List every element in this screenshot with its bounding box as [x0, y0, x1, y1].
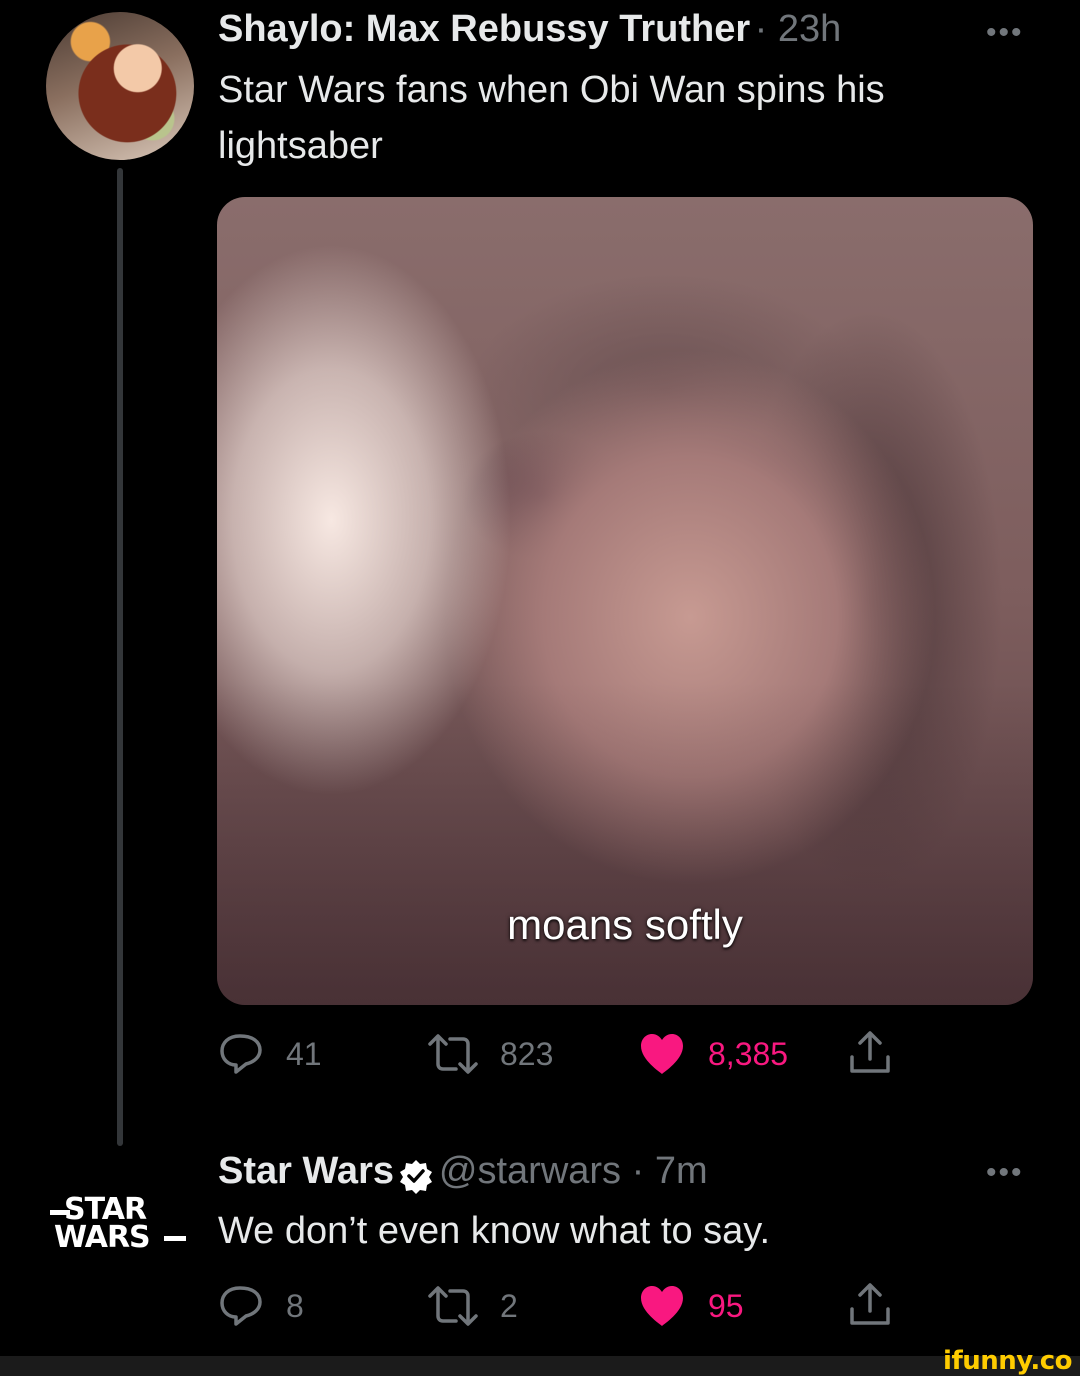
media-shade	[217, 197, 1033, 1005]
watermark-bar	[0, 1356, 1080, 1376]
retweet-button[interactable]: 2	[424, 1284, 518, 1328]
share-button[interactable]	[848, 1282, 892, 1326]
tweet1-display-name[interactable]: Shaylo: Max Rebussy Truther	[218, 8, 750, 50]
more-dots-icon[interactable]: •••	[986, 16, 1024, 50]
tweet1-media-image[interactable]: moans softly	[217, 197, 1033, 1005]
reply-button[interactable]: 8	[218, 1284, 304, 1328]
tweet1-timestamp[interactable]: · 23h	[755, 8, 842, 50]
tweet1-header: Shaylo: Max Rebussy Truther · 23h	[218, 8, 841, 51]
tweet2-handle-time[interactable]: @starwars · 7m	[439, 1150, 708, 1192]
user-avatar-shaylo[interactable]	[46, 12, 194, 160]
reply-button[interactable]: 41	[218, 1032, 322, 1076]
star-wars-logo-avatar[interactable]: STAR WARS	[50, 1192, 190, 1260]
reply-icon	[220, 1034, 262, 1074]
verified-badge-icon	[398, 1158, 434, 1199]
like-count: 95	[708, 1287, 744, 1324]
like-button[interactable]: 95	[638, 1284, 744, 1328]
share-icon	[850, 1283, 890, 1325]
retweet-icon	[428, 1034, 478, 1074]
reply-count: 41	[286, 1035, 322, 1072]
heart-icon	[641, 1286, 683, 1326]
retweet-button[interactable]: 823	[424, 1032, 553, 1076]
tweet1-text: Star Wars fans when Obi Wan spins his li…	[218, 62, 1018, 174]
retweet-count: 823	[500, 1035, 554, 1072]
share-button[interactable]	[848, 1030, 892, 1074]
like-button[interactable]: 8,385	[638, 1032, 788, 1076]
retweet-count: 2	[500, 1287, 518, 1324]
heart-icon	[641, 1034, 683, 1074]
logo-bar-right	[164, 1236, 186, 1241]
thread-connector-line	[117, 168, 123, 1146]
tweet2-display-name[interactable]: Star Wars	[218, 1150, 394, 1192]
tweet1-text-line1: Star Wars fans when Obi Wan spins his	[218, 69, 885, 111]
like-count: 8,385	[708, 1035, 789, 1072]
ifunny-watermark: ifunny.co	[943, 1346, 1072, 1376]
media-caption: moans softly	[507, 901, 743, 948]
tweet2-header: Star Wars @starwars · 7m	[218, 1150, 708, 1199]
retweet-icon	[428, 1286, 478, 1326]
share-icon	[850, 1031, 890, 1073]
tweet2-text: We don’t even know what to say.	[218, 1210, 771, 1252]
reply-icon	[220, 1286, 262, 1326]
reply-count: 8	[286, 1287, 304, 1324]
more-dots-icon[interactable]: •••	[986, 1156, 1024, 1190]
tweet1-text-line2: lightsaber	[218, 125, 383, 167]
logo-text-wars: WARS	[54, 1220, 151, 1255]
